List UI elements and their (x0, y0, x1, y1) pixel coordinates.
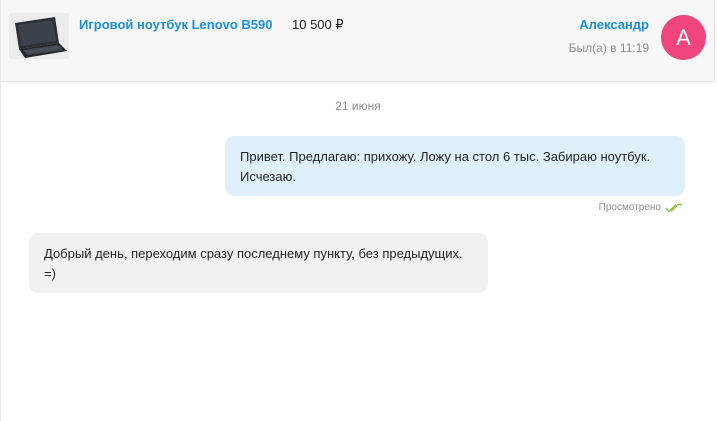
chat-page: Игровой ноутбук Lenovo B590 10 500 ₽ Але… (0, 0, 717, 421)
avatar[interactable]: А (661, 15, 706, 60)
message-text: Добрый день, переходим сразу последнему … (44, 246, 463, 281)
last-seen-status: Был(а) в 11:19 (568, 41, 649, 55)
message-text: Привет. Предлагаю: прихожу. Ложу на стол… (240, 149, 651, 184)
laptop-photo-icon (9, 13, 69, 59)
read-receipt: Просмотрено (599, 202, 683, 213)
incoming-message: Добрый день, переходим сразу последнему … (29, 233, 488, 293)
chat-header: Игровой ноутбук Lenovo B590 10 500 ₽ Але… (1, 0, 715, 82)
product-price: 10 500 ₽ (292, 17, 344, 32)
product-title-link[interactable]: Игровой ноутбук Lenovo B590 (79, 17, 273, 32)
read-status-label: Просмотрено (598, 202, 661, 213)
date-separator: 21 июня (335, 99, 381, 113)
user-name-link[interactable]: Александр (579, 17, 649, 32)
outgoing-message: Привет. Предлагаю: прихожу. Ложу на стол… (225, 136, 685, 196)
double-check-icon (665, 203, 683, 213)
product-thumbnail[interactable] (9, 13, 69, 59)
